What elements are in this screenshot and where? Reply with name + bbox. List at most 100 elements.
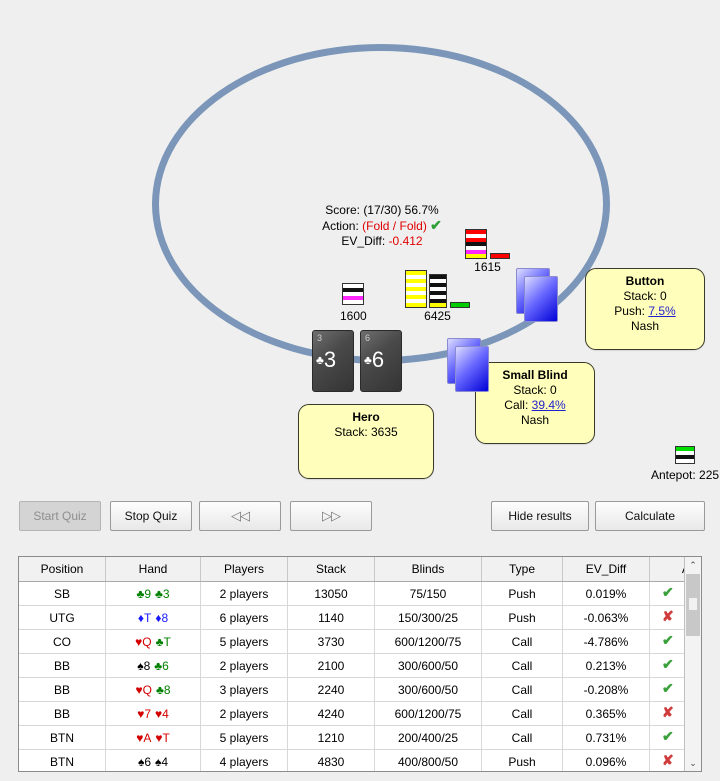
player-box-small-blind[interactable]: Small Blind Stack: 0 Call: 39.4% Nash — [475, 362, 595, 444]
column-header-players[interactable]: Players — [200, 557, 288, 582]
incorrect-cross-icon: ✘ — [662, 704, 674, 720]
cell-stack: 1210 — [287, 725, 375, 750]
cell-ev-diff: 0.731% — [562, 725, 650, 750]
poker-table-area: Score: (17/30) 56.7% Action: (Fold / Fol… — [0, 0, 720, 490]
cell-players: 2 players — [200, 581, 288, 606]
column-header-ev-diff[interactable]: EV_Diff — [562, 557, 650, 582]
player-box-hero[interactable]: Hero Stack: 3635 — [298, 404, 434, 479]
vertical-scrollbar[interactable]: ⌃ ⌄ — [684, 557, 701, 771]
column-header-position[interactable]: Position — [19, 557, 106, 582]
cell-hand: ♠6 ♠4 — [105, 749, 201, 771]
hero-hole-card-2: 6 ♣6 — [360, 330, 402, 392]
cell-blinds: 300/600/50 — [374, 653, 482, 678]
score-value: (17/30) 56.7% — [363, 203, 439, 217]
cell-type: Call — [481, 653, 563, 678]
cell-players: 5 players — [200, 725, 288, 750]
chip-column-6425-a — [405, 270, 427, 308]
table-row[interactable]: BB ♥7 ♥4 2 players 4240 600/1200/75 Call 0.365%… — [19, 701, 701, 726]
cell-stack: 3730 — [287, 629, 375, 654]
column-header-type[interactable]: Type — [481, 557, 563, 582]
table-row[interactable]: BB ♥Q ♣8 3 players 2240 300/600/50 Call -0.208%… — [19, 677, 701, 702]
card-8-d: ♦8 — [155, 610, 169, 625]
card-q-h: ♥Q — [135, 682, 152, 697]
cell-type: Call — [481, 677, 563, 702]
scrollbar-thumb[interactable] — [686, 574, 700, 636]
table-row[interactable]: SB♣9♣32 players1305075/150Push0.019%✔All… — [19, 581, 701, 606]
player-action-value-button[interactable]: 7.5% — [648, 304, 675, 318]
column-header-blinds[interactable]: Blinds — [374, 557, 482, 582]
player-action-label-small-blind: Call: — [504, 398, 529, 412]
chip-column-1600 — [342, 283, 365, 305]
hero-hole-card-1: 3 ♣3 — [312, 330, 354, 392]
cell-position: UTG — [19, 605, 106, 630]
table-row[interactable]: UTG ♦T ♦8 6 players 1140 150/300/25 Push -0.063… — [19, 605, 701, 630]
card-7-h: ♥7 — [137, 706, 151, 721]
chip-column-1615-a — [465, 229, 487, 259]
card-t-c: ♣T — [155, 634, 171, 649]
player-stack-button: Stack: 0 — [623, 289, 667, 303]
player-action-button: Push: 7.5% — [586, 304, 704, 319]
chip-stack-1615: 1615 — [465, 229, 510, 274]
antepot-label: Antepot: 225 — [651, 468, 720, 482]
cell-hand: ♦T ♦8 — [105, 605, 201, 630]
card-6-s: ♠6 — [137, 754, 151, 769]
table-row[interactable]: BTN ♥A ♥T 5 players 1210 200/400/25 Call 0.731%… — [19, 725, 701, 750]
scroll-up-icon[interactable]: ⌃ — [685, 557, 701, 573]
chip-amount-1600: 1600 — [340, 309, 367, 323]
next-hand-button[interactable]: ▷▷ — [290, 501, 372, 531]
stop-quiz-button[interactable]: Stop Quiz — [110, 501, 192, 531]
hero-card-1-corner-rank: 3 — [317, 333, 323, 343]
cell-stack: 13050 — [287, 581, 375, 606]
cell-position: CO — [19, 629, 106, 654]
action-label: Action: — [322, 219, 359, 233]
player-name-hero: Hero — [352, 410, 380, 424]
player-action-label-button: Push: — [614, 304, 645, 318]
hero-card-1-face: ♣3 — [316, 349, 336, 371]
results-grid[interactable]: Position Hand Players Stack Blinds Type EV_Dif… — [18, 556, 702, 772]
correct-check-icon: ✔ — [662, 656, 674, 672]
cell-ev-diff: -0.208% — [562, 677, 650, 702]
score-row: Score: (17/30) 56.7% — [252, 203, 512, 218]
card-back-small-blind-2 — [455, 346, 489, 392]
card-back-button-2 — [524, 276, 558, 322]
cell-players: 5 players — [200, 629, 288, 654]
table-row[interactable]: BTN ♠6 ♠4 4 players 4830 400/800/50 Push 0.096%… — [19, 749, 701, 771]
cell-position: BTN — [19, 725, 106, 750]
cell-players: 2 players — [200, 653, 288, 678]
cell-blinds: 400/800/50 — [374, 749, 482, 771]
cell-stack: 1140 — [287, 605, 375, 630]
correct-check-icon: ✔ — [662, 584, 674, 600]
cell-position: BB — [19, 701, 106, 726]
cell-ev-diff: 0.019% — [562, 581, 650, 606]
results-table: Position Hand Players Stack Blinds Type EV_Dif… — [19, 557, 701, 771]
chip-column-1615-b — [490, 253, 510, 259]
chip-stack-6425: 6425 — [405, 270, 470, 323]
cell-ev-diff: -4.786% — [562, 629, 650, 654]
column-header-stack[interactable]: Stack — [287, 557, 375, 582]
column-header-hand[interactable]: Hand — [105, 557, 201, 582]
card-8-c: ♣8 — [155, 682, 171, 697]
player-action-value-small-blind[interactable]: 39.4% — [532, 398, 566, 412]
cell-hand: ♠8 ♣6 — [105, 653, 201, 678]
card-4-s: ♠4 — [155, 754, 169, 769]
cell-type: Call — [481, 701, 563, 726]
table-row[interactable]: CO ♥Q ♣T 5 players 3730 600/1200/75 Call -4.786… — [19, 629, 701, 654]
cell-position: BB — [19, 653, 106, 678]
start-quiz-button[interactable]: Start Quiz — [19, 501, 101, 531]
chip-column-antepot — [675, 446, 696, 464]
incorrect-cross-icon: ✘ — [662, 752, 674, 768]
previous-hand-button[interactable]: ◁◁ — [199, 501, 281, 531]
cell-hand: ♣9 ♣3 — [105, 581, 201, 606]
card-4-h: ♥4 — [155, 706, 169, 721]
club-icon: ♣ — [364, 353, 372, 367]
calculate-button[interactable]: Calculate — [595, 501, 705, 531]
cell-blinds: 200/400/25 — [374, 725, 482, 750]
cell-ev-diff: 0.096% — [562, 749, 650, 771]
scroll-down-icon[interactable]: ⌄ — [685, 755, 701, 771]
table-row[interactable]: BB ♠8 ♣6 2 players 2100 300/600/50 Call 0.213% ✔… — [19, 653, 701, 678]
player-box-button[interactable]: Button Stack: 0 Push: 7.5% Nash — [585, 268, 705, 350]
cell-position: BB — [19, 677, 106, 702]
table-header-row: Position Hand Players Stack Blinds Type EV_Dif… — [19, 557, 701, 582]
hide-results-button[interactable]: Hide results — [491, 501, 589, 531]
cell-ev-diff: 0.365% — [562, 701, 650, 726]
